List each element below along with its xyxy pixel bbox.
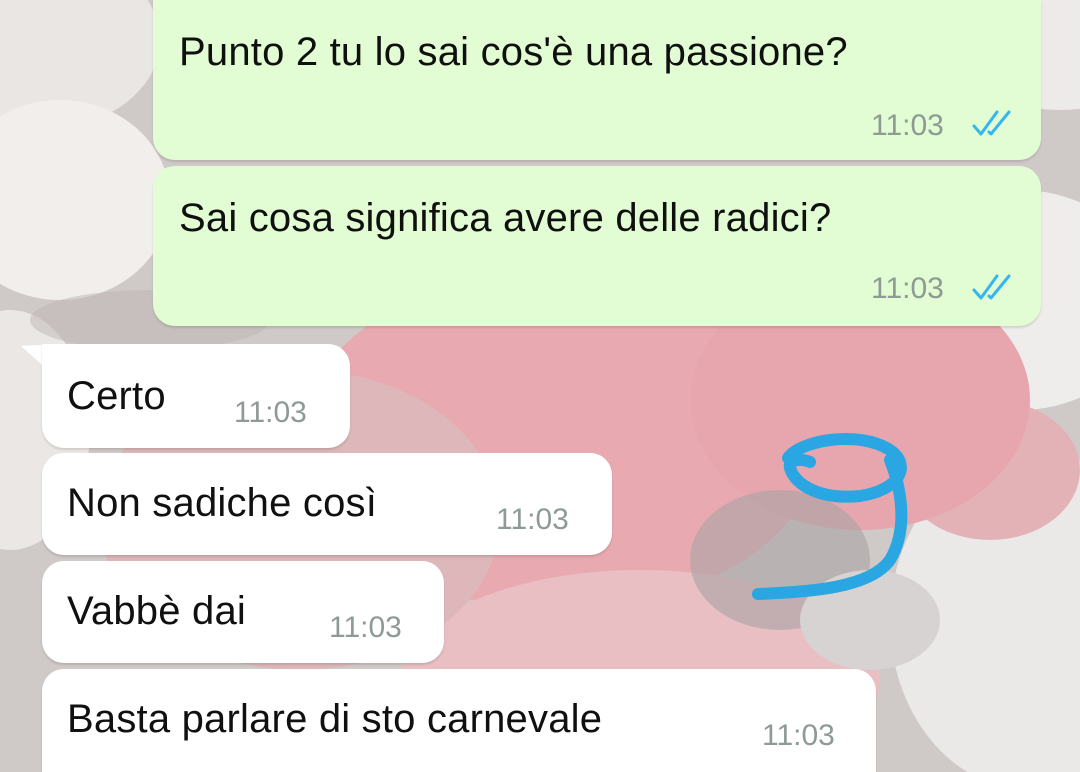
message-text: Non sadiche così	[67, 481, 378, 525]
doodle-nine-drawing	[752, 433, 908, 600]
double-check-icon	[972, 110, 1011, 136]
message-text: Punto 2 tu lo sai cos'è una passione?	[179, 30, 848, 74]
message-bubble-incoming[interactable]: Non sadiche così 11:03	[42, 453, 612, 555]
message-text: Basta parlare di sto carnevale	[67, 697, 603, 741]
message-time: 11:03	[234, 396, 307, 429]
message-bubble-outgoing[interactable]: Punto 2 tu lo sai cos'è una passione? 11…	[153, 0, 1041, 160]
message-bubble-incoming[interactable]: Certo 11:03	[42, 344, 350, 448]
message-time: 11:03	[329, 611, 402, 644]
message-text: Vabbè dai	[67, 589, 246, 633]
message-time: 11:03	[871, 109, 944, 142]
message-text: Sai cosa significa avere delle radici?	[179, 196, 832, 240]
message-time: 11:03	[871, 272, 944, 305]
message-bubble-incoming[interactable]: Vabbè dai 11:03	[42, 561, 444, 663]
message-bubble-outgoing[interactable]: Sai cosa significa avere delle radici? 1…	[153, 166, 1041, 326]
message-text: Certo	[67, 374, 166, 418]
message-time: 11:03	[496, 503, 569, 536]
message-time: 11:03	[762, 719, 835, 752]
message-bubble-incoming[interactable]: Basta parlare di sto carnevale 11:03	[42, 669, 876, 772]
double-check-icon	[972, 274, 1011, 300]
